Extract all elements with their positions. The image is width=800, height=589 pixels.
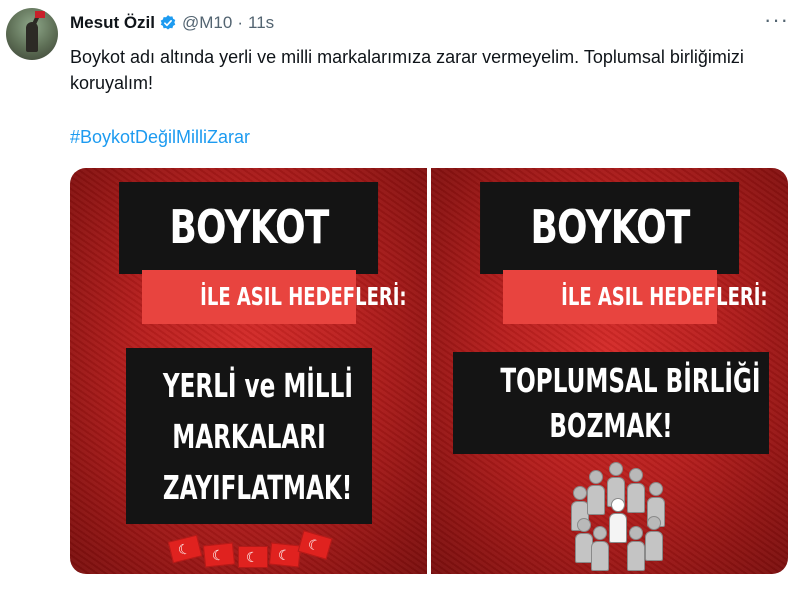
person-icon bbox=[591, 526, 609, 571]
tweet-timestamp[interactable]: 11s bbox=[248, 13, 274, 33]
separator-dot: · bbox=[237, 13, 244, 32]
poster-line: MARKALARI bbox=[172, 417, 326, 456]
tweet-media-grid: BOYKOT İLE ASIL HEDEFLERİ: YERLİ ve MİLL… bbox=[70, 168, 788, 574]
media-image-2[interactable]: BOYKOT İLE ASIL HEDEFLERİ: TOPLUMSAL BİR… bbox=[431, 168, 788, 574]
verified-badge-icon bbox=[159, 14, 177, 32]
person-icon bbox=[645, 516, 663, 561]
person-icon bbox=[627, 526, 645, 571]
poster-main-text: TOPLUMSAL BİRLİĞİ BOZMAK! bbox=[453, 352, 769, 454]
poster-line: YERLİ ve MİLLİ bbox=[162, 366, 353, 405]
person-icon bbox=[627, 468, 645, 513]
profile-avatar[interactable] bbox=[6, 8, 58, 60]
flag-icon bbox=[297, 530, 333, 560]
flag-icon bbox=[202, 542, 236, 568]
more-options-icon[interactable]: ··· bbox=[764, 9, 789, 31]
author-name[interactable]: Mesut Özil bbox=[70, 13, 155, 33]
tweet-text: Boykot adı altında yerli ve milli markal… bbox=[70, 47, 744, 93]
poster-line: TOPLUMSAL BİRLİĞİ bbox=[500, 361, 761, 400]
person-icon bbox=[587, 470, 605, 515]
center-person-icon bbox=[609, 498, 627, 543]
media-image-1[interactable]: BOYKOT İLE ASIL HEDEFLERİ: YERLİ ve MİLL… bbox=[70, 168, 427, 574]
poster-title: BOYKOT bbox=[118, 182, 379, 274]
poster-subtitle: İLE ASIL HEDEFLERİ: bbox=[502, 270, 767, 324]
hashtag-link[interactable]: #BoykotDeğilMilliZarar bbox=[70, 124, 250, 150]
flag-icon bbox=[238, 546, 268, 568]
crowd-illustration bbox=[569, 460, 671, 571]
poster-title: BOYKOT bbox=[479, 182, 740, 274]
author-handle[interactable]: @M10 bbox=[182, 13, 232, 33]
turkish-flags-illustration bbox=[166, 520, 336, 570]
poster-main-text: YERLİ ve MİLLİ MARKALARI ZAYIFLATMAK! bbox=[126, 348, 372, 524]
tweet-header: Mesut Özil @M10 · 11s bbox=[70, 11, 274, 35]
flag-icon bbox=[167, 534, 203, 564]
poster-line: ZAYIFLATMAK! bbox=[162, 468, 353, 507]
avatar-flag bbox=[35, 11, 45, 18]
flag-icon bbox=[268, 542, 302, 568]
poster-line: BOZMAK! bbox=[549, 406, 673, 445]
poster-subtitle: İLE ASIL HEDEFLERİ: bbox=[141, 270, 406, 324]
